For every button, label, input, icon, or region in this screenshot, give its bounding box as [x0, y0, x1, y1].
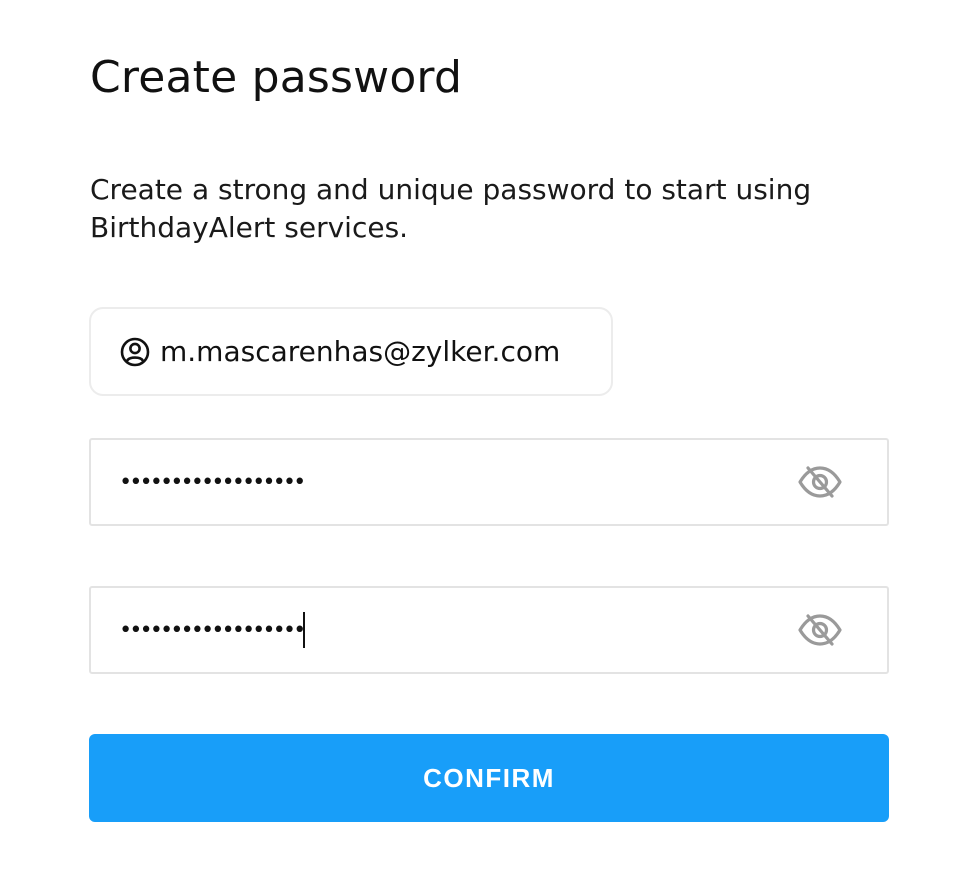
confirm-password-input[interactable]: •••••••••••••••••• — [119, 612, 797, 648]
account-email: m.mascarenhas@zylker.com — [160, 335, 561, 368]
create-password-page: Create password Create a strong and uniq… — [0, 0, 973, 872]
page-description: Create a strong and unique password to s… — [90, 173, 812, 244]
password-input[interactable]: •••••••••••••••••• — [119, 470, 797, 495]
user-circle-icon — [120, 337, 150, 367]
account-chip[interactable]: m.mascarenhas@zylker.com — [89, 307, 613, 396]
password-field[interactable]: •••••••••••••••••• — [89, 438, 889, 526]
eye-slash-icon[interactable] — [797, 462, 843, 502]
confirm-password-field[interactable]: •••••••••••••••••• — [89, 586, 889, 674]
confirm-button[interactable]: CONFIRM — [89, 734, 889, 822]
eye-slash-icon[interactable] — [797, 610, 843, 650]
confirm-password-masked-value: •••••••••••••••••• — [119, 617, 306, 643]
password-masked-value: •••••••••••••••••• — [119, 469, 306, 495]
page-title: Create password — [90, 52, 463, 103]
text-caret — [303, 612, 306, 648]
